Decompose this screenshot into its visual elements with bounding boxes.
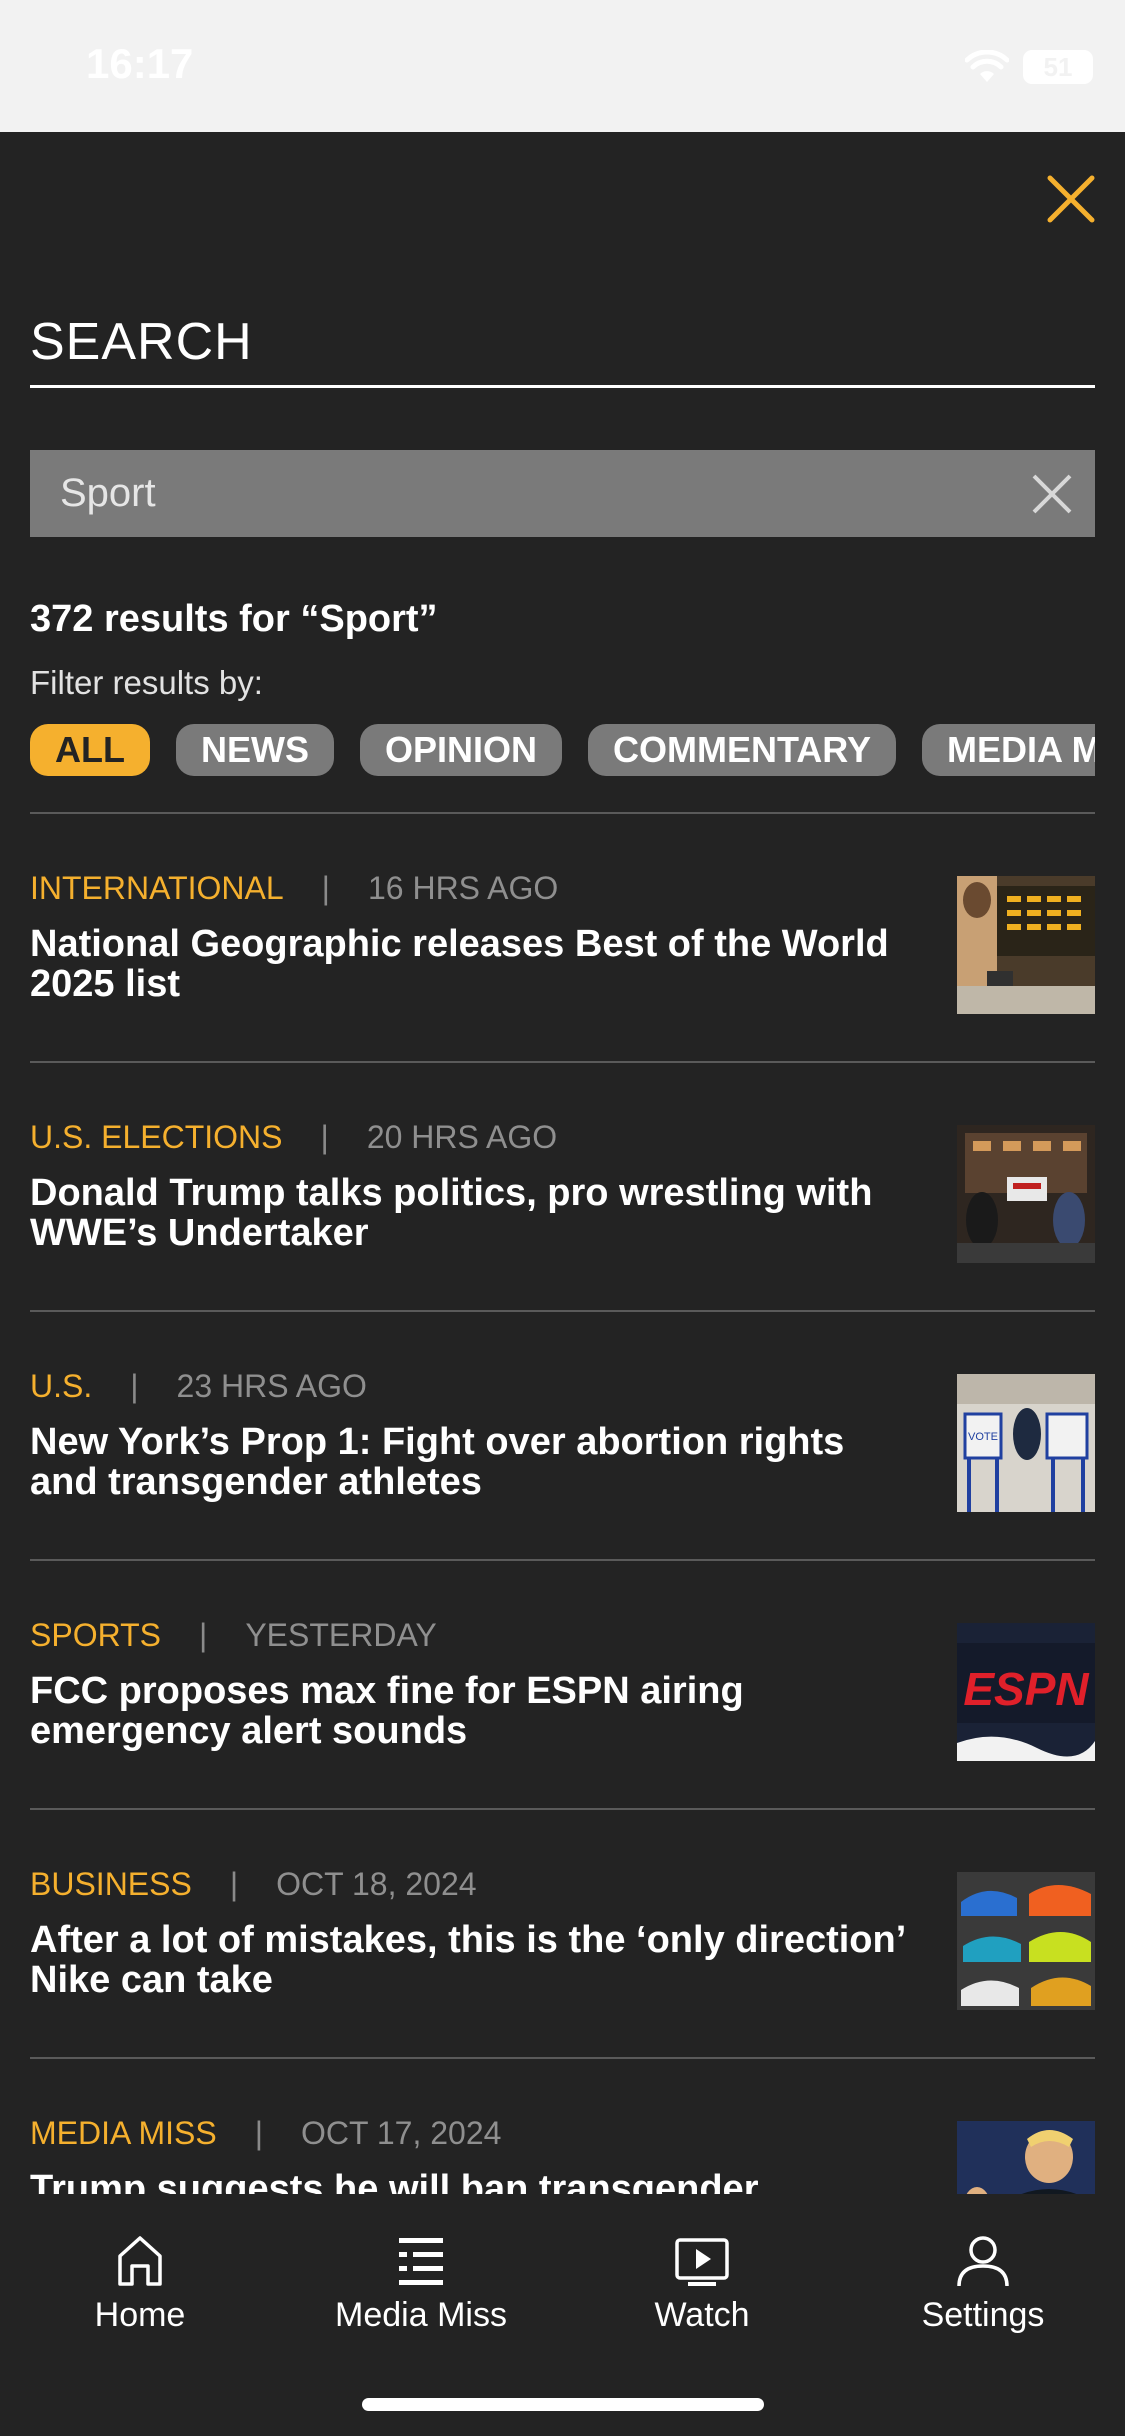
meta-separator: | (229, 1866, 239, 1902)
meta-separator: | (254, 2115, 264, 2151)
title-divider (30, 385, 1095, 388)
article-time: 23 HRS AGO (176, 1368, 367, 1404)
battery-icon: 51 (1023, 50, 1093, 84)
article-category[interactable]: SPORTS (30, 1617, 161, 1653)
article-meta: U.S. | 23 HRS AGO (30, 1368, 367, 1405)
article-category[interactable]: U.S. ELECTIONS (30, 1119, 283, 1155)
espn-logo-text: ESPN (963, 1663, 1089, 1715)
article-item[interactable]: BUSINESS | OCT 18, 2024 After a lot of mis… (30, 1810, 1095, 2059)
article-category[interactable]: INTERNATIONAL (30, 870, 284, 906)
tab-media-miss-label: Media Miss (335, 2296, 507, 2334)
wifi-icon (965, 50, 1009, 82)
filter-chip-news[interactable]: NEWS (175, 724, 334, 776)
article-headline[interactable]: Trump suggests he will ban transgender (30, 2169, 910, 2194)
article-headline[interactable]: After a lot of mistakes, this is the ‘on… (30, 1920, 910, 2000)
filter-chip-commentary[interactable]: COMMENTARY (588, 724, 896, 776)
article-headline[interactable]: FCC proposes max fine for ESPN airing em… (30, 1671, 910, 1751)
filter-chip-all[interactable]: ALL (30, 724, 150, 776)
tab-settings-label: Settings (921, 2296, 1045, 2334)
article-item[interactable]: U.S. | 23 HRS AGO New York’s Prop 1: Fight… (30, 1312, 1095, 1561)
meta-separator: | (130, 1368, 139, 1404)
article-thumbnail[interactable] (957, 1125, 1095, 1263)
tab-settings[interactable]: Settings (863, 2232, 1103, 2335)
article-headline[interactable]: New York’s Prop 1: Fight over abortion r… (30, 1422, 910, 1502)
article-category[interactable]: MEDIA MISS (30, 2115, 217, 2151)
meta-separator: | (199, 1617, 208, 1653)
tab-media-miss[interactable]: Media Miss (301, 2232, 541, 2335)
close-icon[interactable] (1040, 168, 1102, 230)
clear-search-icon[interactable] (1030, 472, 1074, 516)
article-headline[interactable]: National Geographic releases Best of the… (30, 924, 910, 1004)
tab-watch[interactable]: Watch (582, 2232, 822, 2335)
article-time: OCT 17, 2024 (301, 2115, 502, 2151)
list-icon (399, 2238, 443, 2285)
home-indicator[interactable] (362, 2398, 764, 2411)
search-input[interactable] (60, 450, 960, 537)
article-thumbnail[interactable] (957, 2121, 1095, 2194)
article-item[interactable]: INTERNATIONAL | 16 HRS AGO National Geogra… (30, 814, 1095, 1063)
filter-chip-media-miss[interactable]: MEDIA MISS (921, 724, 1095, 776)
article-meta: INTERNATIONAL | 16 HRS AGO (30, 870, 558, 907)
search-box (30, 450, 1095, 537)
article-headline[interactable]: Donald Trump talks politics, pro wrestli… (30, 1173, 910, 1253)
status-bar: 16:17 51 (0, 0, 1125, 132)
article-time: YESTERDAY (245, 1617, 437, 1653)
article-thumbnail[interactable] (957, 1872, 1095, 2010)
filter-chips: ALL NEWS OPINION COMMENTARY MEDIA MISS (30, 724, 1095, 776)
article-meta: U.S. ELECTIONS | 20 HRS AGO (30, 1119, 557, 1156)
filter-label: Filter results by: (30, 664, 263, 701)
filter-chip-opinion[interactable]: OPINION (359, 724, 562, 776)
tab-watch-label: Watch (654, 2296, 750, 2334)
article-time: 16 HRS AGO (367, 870, 559, 906)
article-thumbnail[interactable] (957, 876, 1095, 1014)
meta-separator: | (320, 1119, 329, 1155)
home-icon (118, 2236, 162, 2286)
article-time: OCT 18, 2024 (276, 1866, 477, 1902)
article-meta: BUSINESS | OCT 18, 2024 (30, 1866, 477, 1903)
status-icons: 51 (965, 50, 1093, 84)
meta-separator: | (321, 870, 330, 906)
page-title: SEARCH (30, 313, 253, 371)
article-thumbnail[interactable]: ESPN (957, 1623, 1095, 1761)
status-time: 16:17 (86, 40, 194, 87)
results-list: INTERNATIONAL | 16 HRS AGO National Geogra… (30, 814, 1095, 2194)
article-thumbnail[interactable]: VOTE (957, 1374, 1095, 1512)
article-item[interactable]: U.S. ELECTIONS | 20 HRS AGO Donald Trump t… (30, 1063, 1095, 1312)
play-video-icon (675, 2238, 729, 2286)
article-meta: SPORTS | YESTERDAY (30, 1617, 437, 1654)
article-meta: MEDIA MISS | OCT 17, 2024 (30, 2115, 501, 2152)
tab-home[interactable]: Home (20, 2232, 260, 2335)
article-category[interactable]: U.S. (30, 1368, 92, 1404)
tab-home-label: Home (94, 2296, 186, 2334)
user-icon (957, 2236, 1009, 2287)
article-item[interactable]: MEDIA MISS | OCT 17, 2024 Trump suggests h… (30, 2059, 1095, 2194)
article-category[interactable]: BUSINESS (30, 1866, 192, 1902)
results-count: 372 results for “Sport” (30, 598, 438, 640)
vote-sign-text: VOTE (968, 1431, 998, 1443)
article-item[interactable]: SPORTS | YESTERDAY FCC proposes max fine f… (30, 1561, 1095, 1810)
article-time: 20 HRS AGO (366, 1119, 558, 1155)
